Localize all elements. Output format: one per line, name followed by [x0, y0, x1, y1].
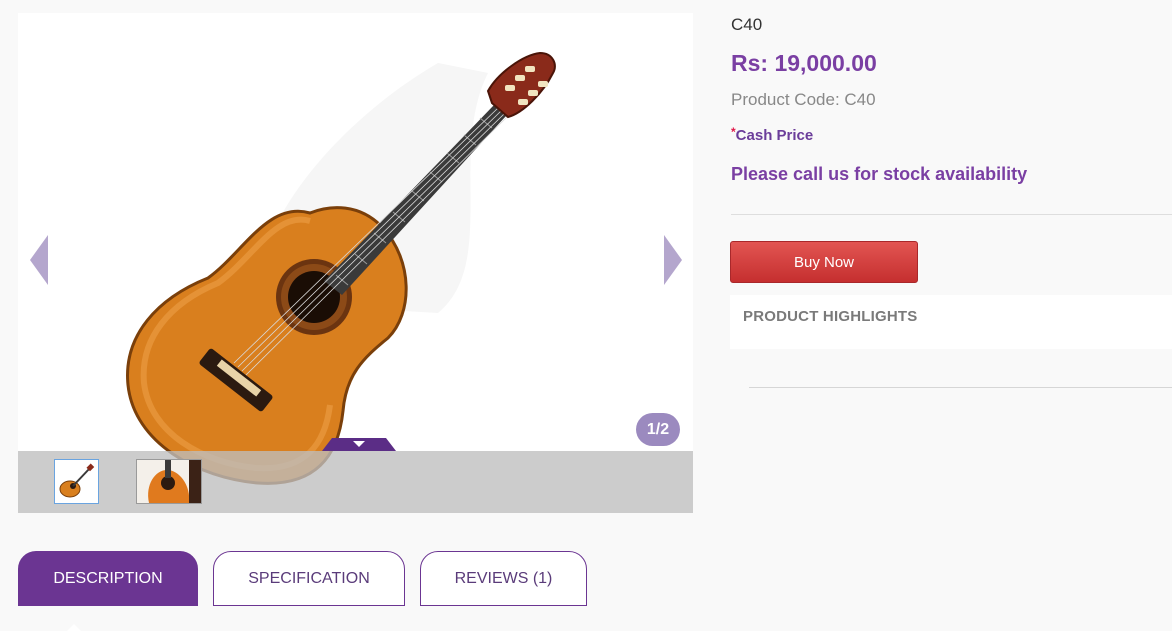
cash-price-note: *Cash Price	[731, 125, 814, 144]
active-tab-indicator-icon	[67, 624, 81, 631]
chevron-left-icon[interactable]	[30, 235, 50, 285]
guitar-thumbnail-image	[59, 463, 95, 498]
thumbnail-1[interactable]	[54, 459, 99, 504]
divider	[749, 387, 1172, 388]
product-price: Rs: 19,000.00	[731, 50, 877, 76]
product-highlights-panel: PRODUCT HIGHLIGHTS	[730, 295, 1172, 349]
caret-down-icon[interactable]	[322, 438, 396, 451]
product-name: C40	[731, 15, 763, 34]
thumbnail-2[interactable]	[136, 459, 202, 504]
thumbnail-strip	[18, 451, 693, 513]
product-gallery: 1/2	[18, 13, 693, 513]
divider	[731, 214, 1172, 215]
tab-reviews[interactable]: REVIEWS (1)	[420, 551, 587, 606]
tab-description[interactable]: DESCRIPTION	[18, 551, 198, 606]
required-asterisk: *	[731, 125, 736, 139]
buy-now-button[interactable]: Buy Now	[730, 241, 918, 283]
guitar-closeup-thumbnail-image	[137, 460, 201, 503]
product-highlights-title: PRODUCT HIGHLIGHTS	[743, 308, 918, 325]
image-counter-badge: 1/2	[636, 413, 680, 446]
cash-price-label: Cash Price	[735, 127, 814, 144]
chevron-right-icon[interactable]	[662, 235, 682, 285]
stock-availability-message: Please call us for stock availability	[731, 164, 1028, 184]
product-code: Product Code: C40	[731, 90, 876, 109]
tab-specification[interactable]: SPECIFICATION	[213, 551, 405, 606]
